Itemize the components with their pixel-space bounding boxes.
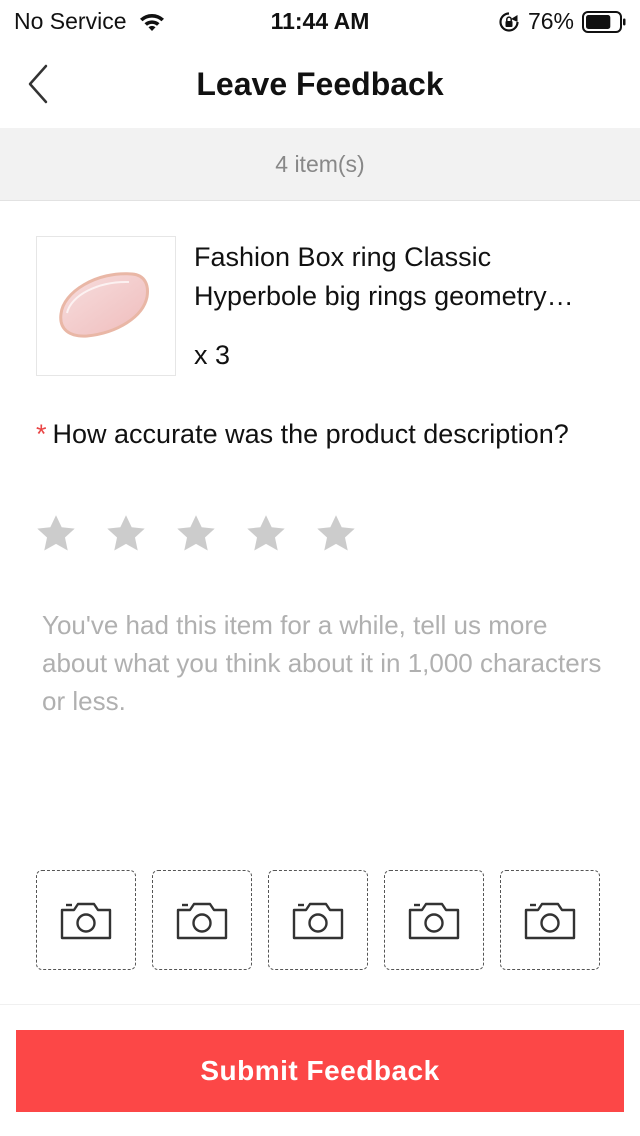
- question-text: How accurate was the product description…: [52, 419, 569, 449]
- submit-feedback-button[interactable]: Submit Feedback: [16, 1030, 624, 1112]
- star-icon[interactable]: [244, 512, 288, 556]
- product-quantity: x 3: [194, 340, 231, 370]
- divider: [0, 1004, 640, 1005]
- status-right: 76%: [498, 8, 626, 35]
- add-photo-button[interactable]: [152, 870, 252, 970]
- rating-question: * How accurate was the product descriptio…: [36, 416, 616, 453]
- add-photo-button[interactable]: [268, 870, 368, 970]
- rotation-lock-icon: [499, 11, 519, 32]
- star-rating: [34, 512, 384, 556]
- camera-icon: [292, 902, 344, 940]
- add-photo-button[interactable]: [500, 870, 600, 970]
- star-icon[interactable]: [174, 512, 218, 556]
- page-title: Leave Feedback: [196, 66, 444, 102]
- camera-icon: [176, 902, 228, 940]
- camera-icon: [60, 902, 112, 940]
- star-icon[interactable]: [34, 512, 78, 556]
- feedback-textarea[interactable]: [42, 606, 602, 836]
- photo-upload-row: [36, 870, 616, 970]
- star-icon[interactable]: [314, 512, 358, 556]
- add-photo-button[interactable]: [36, 870, 136, 970]
- status-bar: No Service 11:44 AM 76%: [0, 0, 640, 40]
- items-band: 4 item(s): [0, 128, 640, 201]
- items-count: 4 item(s): [275, 151, 365, 177]
- star-icon[interactable]: [104, 512, 148, 556]
- nav-bar: Leave Feedback: [0, 40, 640, 128]
- required-mark: *: [36, 419, 47, 449]
- battery-percent: 76%: [527, 8, 574, 34]
- product-image[interactable]: [36, 236, 176, 376]
- camera-icon: [524, 902, 576, 940]
- camera-icon: [408, 902, 460, 940]
- add-photo-button[interactable]: [384, 870, 484, 970]
- ring-image: [59, 272, 149, 338]
- product-name[interactable]: Fashion Box ring Classic Hyperbole big r…: [194, 238, 614, 316]
- battery-icon: [582, 10, 626, 33]
